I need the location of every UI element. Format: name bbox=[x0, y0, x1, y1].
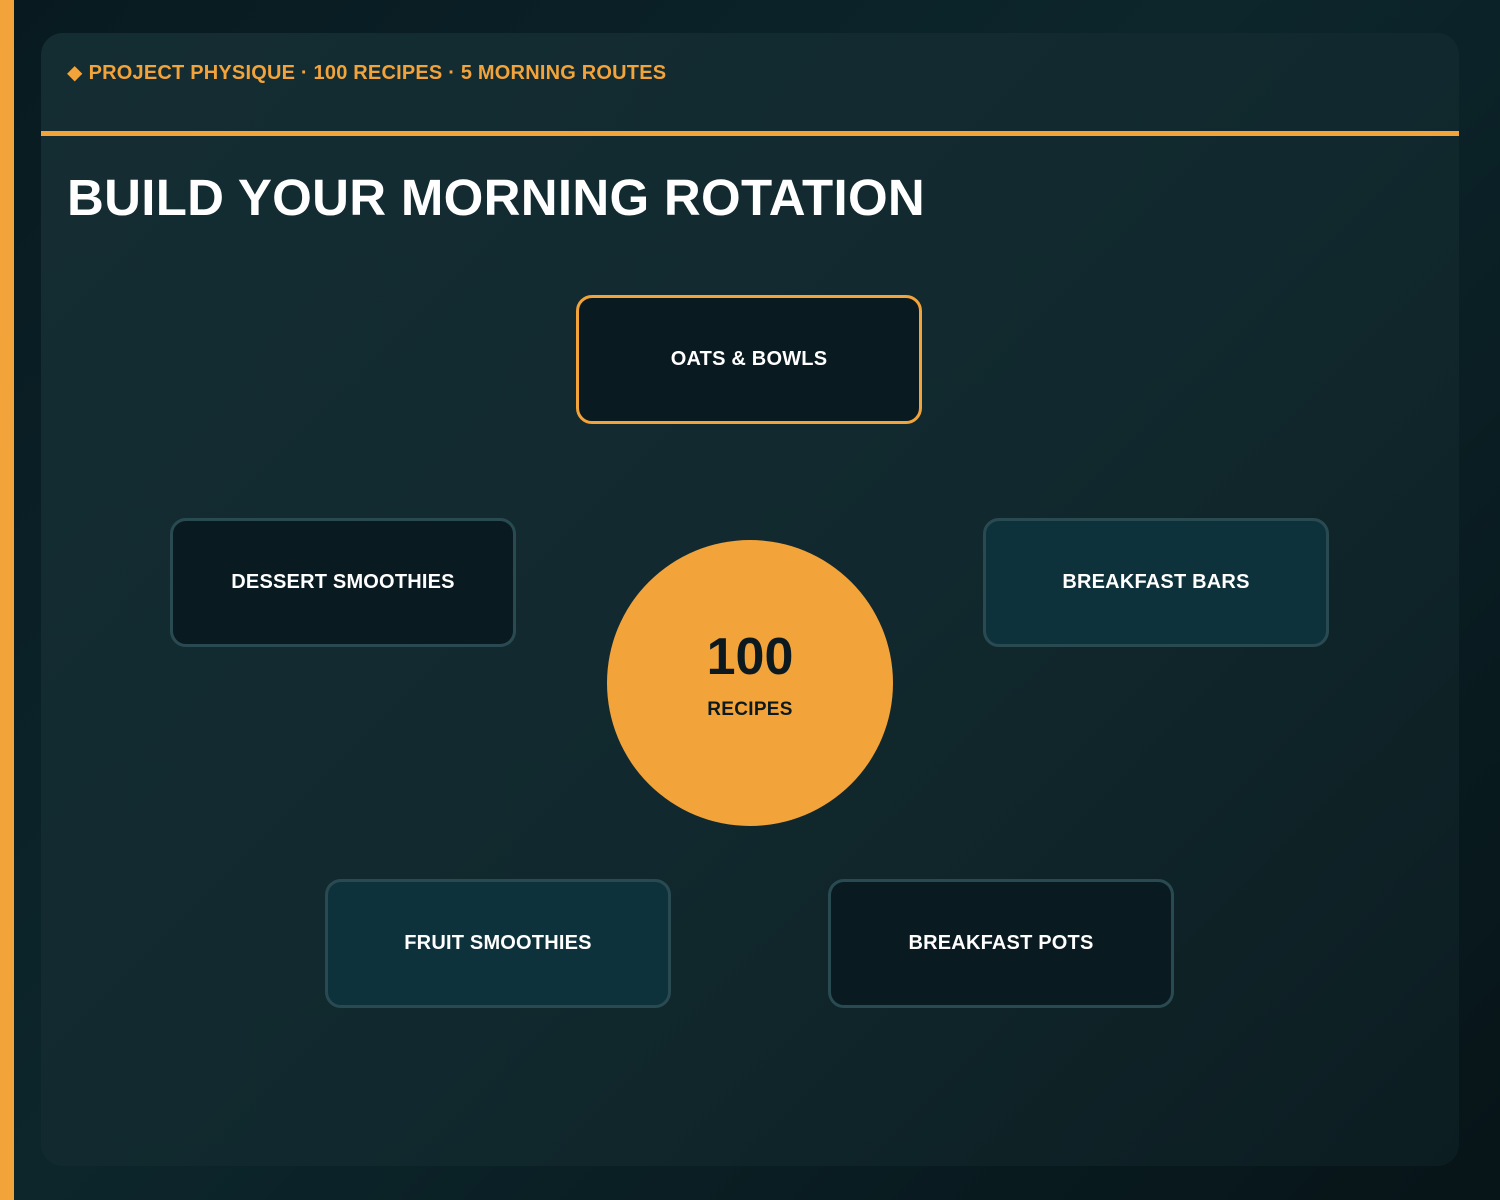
route-node-label: FRUIT SMOOTHIES bbox=[404, 932, 592, 954]
route-node-breakfast-pots[interactable]: BREAKFAST POTS bbox=[828, 879, 1174, 1008]
hub-recipe-count: 100 bbox=[706, 628, 794, 686]
route-node-oats-bowls[interactable]: OATS & BOWLS bbox=[576, 295, 922, 424]
recipes-hub: 100 RECIPES bbox=[607, 540, 893, 826]
route-node-label: OATS & BOWLS bbox=[670, 348, 828, 370]
route-node-label: BREAKFAST POTS bbox=[908, 932, 1094, 954]
hub-label: RECIPES bbox=[707, 699, 793, 720]
main-card: ◆ PROJECT PHYSIQUE · 100 RECIPES · 5 MORN… bbox=[41, 33, 1459, 1166]
route-node-dessert-smoothies[interactable]: DESSERT SMOOTHIES bbox=[170, 518, 516, 647]
route-node-label: BREAKFAST BARS bbox=[1062, 571, 1250, 593]
route-node-breakfast-bars[interactable]: BREAKFAST BARS bbox=[983, 518, 1329, 647]
route-node-fruit-smoothies[interactable]: FRUIT SMOOTHIES bbox=[325, 879, 671, 1008]
route-node-label: DESSERT SMOOTHIES bbox=[231, 571, 455, 593]
header-divider bbox=[41, 131, 1459, 136]
left-accent-bar bbox=[0, 0, 14, 1200]
eyebrow-label: PROJECT PHYSIQUE · 100 RECIPES · 5 MORNI… bbox=[88, 62, 667, 84]
diamond-icon: ◆ bbox=[67, 62, 83, 84]
eyebrow-text: ◆ PROJECT PHYSIQUE · 100 RECIPES · 5 MORN… bbox=[67, 60, 666, 85]
page-title: BUILD YOUR MORNING ROTATION bbox=[67, 169, 926, 226]
